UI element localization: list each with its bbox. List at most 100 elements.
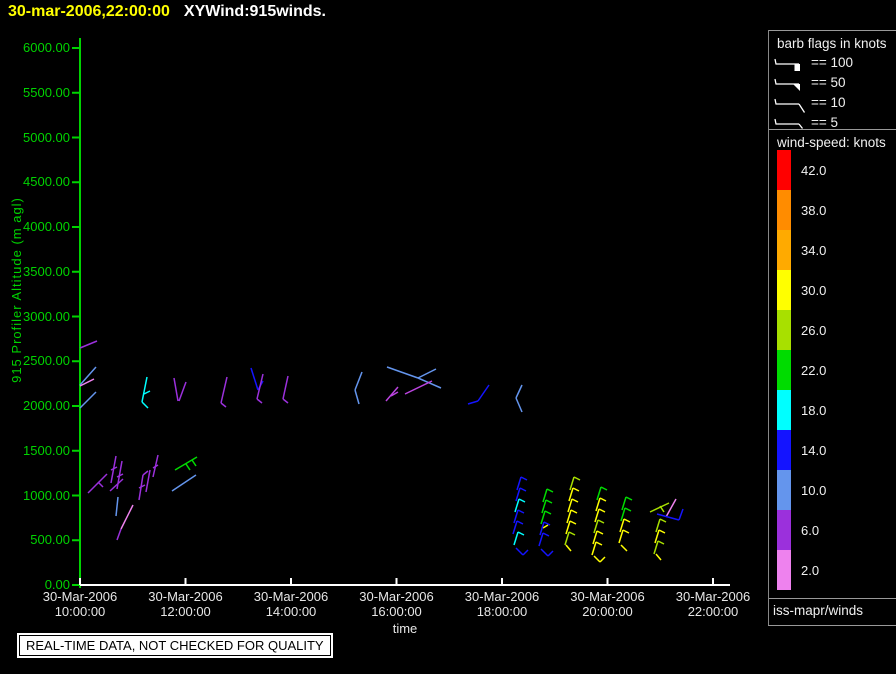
plot-line	[220, 402, 227, 408]
plot-line	[256, 373, 264, 400]
barb-legend-label: == 100	[811, 54, 854, 70]
plot-line	[178, 381, 187, 402]
x-tick-label: 30-Mar-2006 12:00:00	[148, 589, 223, 619]
panel-divider-source-bottom	[768, 625, 896, 626]
panel-border	[768, 30, 769, 625]
plot-line	[115, 496, 119, 517]
wind-barb-icon	[774, 118, 804, 129]
plot-line	[658, 529, 666, 534]
plot-line	[513, 531, 519, 546]
x-tick-label: 30-Mar-2006 16:00:00	[359, 589, 434, 619]
barb-legend-label: == 10	[811, 94, 846, 110]
y-tick-label: 1500.00	[23, 442, 70, 458]
plot-line	[625, 496, 633, 501]
colorbar-swatch	[777, 390, 791, 430]
plot-line	[570, 509, 578, 514]
colorbar-swatch	[777, 550, 791, 590]
x-axis-label: time	[392, 621, 418, 636]
plot-line	[600, 486, 608, 491]
colorbar-label: 18.0	[801, 403, 827, 418]
plot-line	[649, 502, 670, 513]
plot-line	[515, 397, 523, 413]
plot-line	[545, 499, 553, 504]
plot-line	[599, 497, 607, 502]
colorbar-swatch	[777, 270, 791, 310]
plot-line	[354, 371, 363, 391]
plot-line	[538, 532, 544, 547]
plot-line	[145, 469, 151, 493]
plot-line	[540, 548, 549, 557]
x-tick-label: 30-Mar-2006 14:00:00	[253, 589, 329, 619]
plot-line	[624, 507, 632, 512]
plot-line	[573, 476, 581, 481]
plot-line	[515, 384, 523, 399]
x-tick-label: 30-Mar-2006 22:00:00	[675, 589, 751, 619]
y-tick-label: 1000.00	[23, 487, 70, 503]
y-tick-label: 2500.00	[23, 353, 70, 369]
plot-line	[665, 498, 677, 518]
plot-line	[597, 519, 605, 524]
quality-notice-text: REAL-TIME DATA, NOT CHECKED FOR QUALITY	[19, 635, 331, 656]
app-window: 30-mar-2006,22:00:00 XYWind:915winds. 915…	[0, 0, 896, 674]
plot-line	[572, 487, 580, 492]
panel-divider-source-top	[768, 598, 896, 599]
title-bar: 30-mar-2006,22:00:00 XYWind:915winds.	[8, 3, 326, 21]
colorbar-label: 34.0	[801, 243, 827, 258]
barb-legend-label: == 5	[811, 114, 839, 130]
plot-line	[591, 541, 597, 556]
plot-line	[282, 398, 289, 404]
plot-line	[598, 508, 606, 513]
plot-line	[618, 529, 624, 544]
colorbar-swatch	[777, 470, 791, 510]
colorbar-label: 22.0	[801, 363, 827, 378]
y-tick-label: 2000.00	[23, 398, 70, 413]
plot-line	[385, 386, 399, 402]
colorbar-label: 30.0	[801, 283, 827, 298]
plot-line	[623, 518, 631, 523]
plot-line	[593, 555, 601, 563]
plot-line	[250, 367, 259, 391]
y-tick-label: 5500.00	[23, 84, 70, 100]
panel-divider-top	[768, 30, 896, 31]
colorbar-label: 6.0	[801, 523, 820, 538]
colorbar-swatch	[777, 430, 791, 470]
plot-line	[678, 508, 684, 521]
title-datetime: 30-mar-2006,22:00:00	[8, 3, 170, 20]
plot-line	[542, 532, 550, 537]
plot-line	[116, 528, 122, 541]
plot-line	[564, 531, 570, 546]
source-label: iss-mapr/winds	[773, 603, 864, 618]
colorbar-swatch	[777, 230, 791, 270]
barb-legend-row: == 100	[773, 52, 853, 72]
plot-line	[282, 375, 289, 400]
colorbar-swatch	[777, 510, 791, 550]
y-tick-label: 500.00	[30, 532, 70, 548]
y-tick-label: 4000.00	[23, 219, 70, 234]
colorbar-label: 38.0	[801, 203, 827, 218]
wind-barb-icon	[774, 78, 800, 91]
barb-legend-title: barb flags in knots	[777, 36, 887, 51]
plot-line	[512, 520, 518, 535]
plot-line	[542, 524, 549, 529]
plot-line	[522, 549, 529, 556]
plot-line	[520, 476, 528, 481]
plot-line	[97, 481, 104, 488]
plot-line	[185, 463, 191, 471]
colorbar-label: 26.0	[801, 323, 827, 338]
plot-line	[515, 547, 524, 556]
plot-line	[120, 504, 134, 530]
plot-line	[477, 384, 490, 402]
plot-line	[141, 376, 148, 403]
colorbar-swatch	[777, 350, 791, 390]
plot-line	[141, 401, 149, 409]
plot-line	[543, 521, 551, 526]
plot-line	[565, 544, 572, 552]
barb-legend: == 100 == 50 == 10 == 5	[773, 52, 853, 132]
barb-legend-row: == 10	[773, 92, 853, 113]
colorbar-swatch	[777, 310, 791, 350]
plot-line	[519, 487, 527, 492]
plot-line	[547, 550, 554, 557]
plot-line	[87, 473, 108, 494]
plot-line	[143, 390, 151, 395]
x-tick-label: 30-Mar-2006 10:00:00	[42, 589, 118, 619]
